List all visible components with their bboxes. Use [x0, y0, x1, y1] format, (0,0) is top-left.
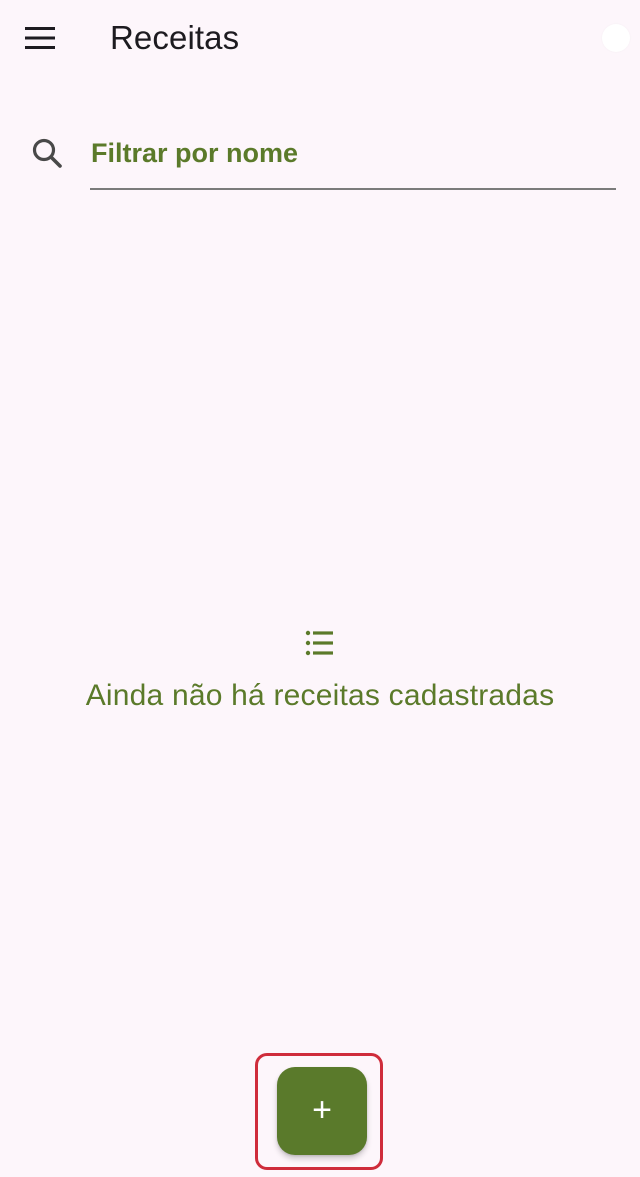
search-placeholder: Filtrar por nome [91, 138, 299, 168]
app-bar: Receitas [0, 0, 640, 76]
search-icon [30, 136, 64, 170]
add-recipe-button[interactable]: + [277, 1067, 367, 1155]
menu-button[interactable] [14, 14, 66, 62]
empty-state-message: Ainda não há receitas cadastradas [85, 679, 555, 712]
search-input[interactable]: Filtrar por nome [90, 128, 616, 190]
menu-icon [25, 26, 55, 50]
plus-icon: + [312, 1091, 332, 1129]
list-icon [303, 626, 337, 660]
page-title: Receitas [110, 19, 240, 56]
avatar[interactable] [602, 24, 630, 52]
empty-state: Ainda não há receitas cadastradas [0, 626, 640, 716]
